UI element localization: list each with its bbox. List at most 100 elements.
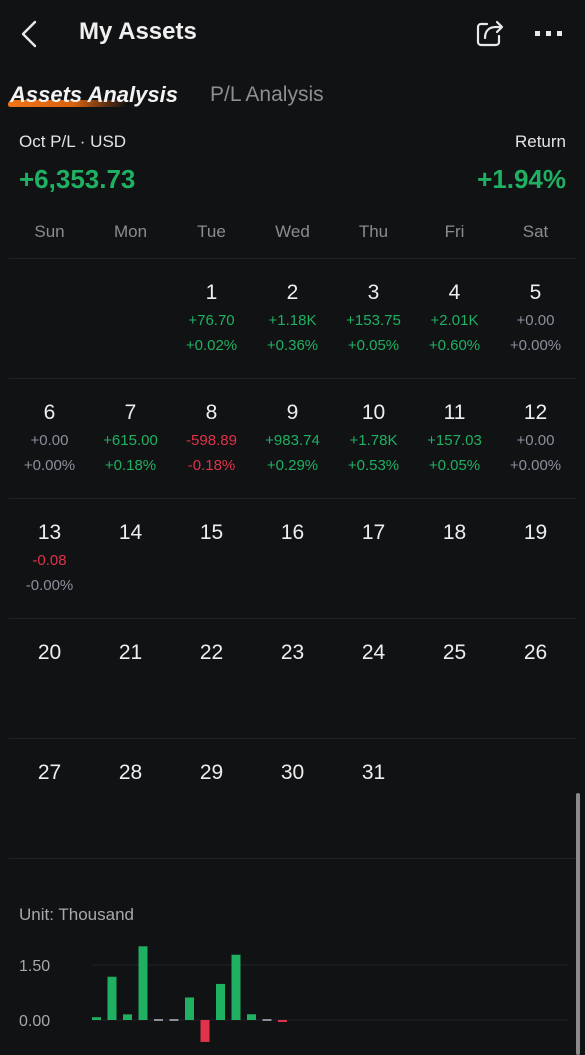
bar-day-7[interactable] bbox=[185, 997, 194, 1020]
day-return-pct: +0.05% bbox=[347, 337, 400, 354]
day-pl-value: +1.18K bbox=[268, 312, 317, 329]
day-pl-value: +0.00 bbox=[516, 432, 555, 449]
weekday-label: Fri bbox=[444, 222, 465, 241]
day-number: 19 bbox=[523, 521, 548, 544]
day-number: 13 bbox=[37, 521, 62, 544]
day-pl-value: +76.70 bbox=[188, 312, 235, 329]
day-pl-value: +983.74 bbox=[265, 432, 320, 449]
day-return-pct: -0.18% bbox=[187, 457, 236, 474]
calendar-day-cell[interactable]: 6 +0.00 +0.00% bbox=[9, 379, 90, 498]
day-return-pct: +0.00% bbox=[23, 457, 76, 474]
calendar-day-cell[interactable]: 18 bbox=[414, 499, 495, 618]
calendar-day-cell[interactable]: 2 +1.18K +0.36% bbox=[252, 259, 333, 378]
bar-day-1[interactable] bbox=[92, 1017, 101, 1020]
calendar-day-cell[interactable]: 1 +76.70 +0.02% bbox=[171, 259, 252, 378]
share-button[interactable] bbox=[474, 17, 506, 49]
return-label: Return bbox=[514, 132, 566, 151]
day-number: 10 bbox=[361, 401, 386, 424]
day-number bbox=[90, 281, 171, 307]
calendar-day-cell[interactable]: 7 +615.00 +0.18% bbox=[90, 379, 171, 498]
calendar-day-cell[interactable]: 27 bbox=[9, 739, 90, 858]
calendar-day-cell[interactable]: 15 bbox=[171, 499, 252, 618]
day-number: 6 bbox=[43, 401, 56, 424]
scrollbar[interactable] bbox=[576, 793, 580, 1055]
calendar-day-cell[interactable]: 30 bbox=[252, 739, 333, 858]
day-number: 5 bbox=[529, 281, 542, 304]
calendar-day-cell[interactable]: 22 bbox=[171, 619, 252, 738]
day-return-pct: +0.29% bbox=[266, 457, 319, 474]
bar-day-3[interactable] bbox=[123, 1014, 132, 1020]
calendar-week-row: 27 28 29 30 31 bbox=[9, 738, 576, 859]
chevron-left-icon bbox=[21, 20, 37, 48]
day-number: 7 bbox=[124, 401, 137, 424]
weekday-label: Wed bbox=[275, 222, 310, 241]
analysis-tabs: Assets Analysis P/L Analysis bbox=[0, 78, 585, 118]
calendar-day-cell[interactable]: 8 -598.89 -0.18% bbox=[171, 379, 252, 498]
calendar-day-cell[interactable]: 3 +153.75 +0.05% bbox=[333, 259, 414, 378]
calendar-day-cell[interactable]: 19 bbox=[495, 499, 576, 618]
weekday-label: Sun bbox=[34, 222, 65, 241]
calendar-week-row: 6 +0.00 +0.00% 7 +615.00 +0.18% 8 -598.89 -0.18%… bbox=[9, 378, 576, 498]
chart-unit-label: Unit: Thousand bbox=[19, 905, 134, 924]
calendar-day-cell[interactable]: 10 +1.78K +0.53% bbox=[333, 379, 414, 498]
day-number: 24 bbox=[361, 641, 386, 664]
calendar-empty-cell bbox=[414, 739, 495, 858]
calendar-day-cell[interactable]: 28 bbox=[90, 739, 171, 858]
calendar-day-cell[interactable]: 21 bbox=[90, 619, 171, 738]
calendar-day-cell[interactable]: 20 bbox=[9, 619, 90, 738]
day-number bbox=[9, 281, 90, 307]
calendar-grid: 1 +76.70 +0.02% 2 +1.18K +0.36% 3 +153.75 +0.05%… bbox=[9, 258, 576, 859]
calendar-day-cell[interactable]: 31 bbox=[333, 739, 414, 858]
more-button[interactable] bbox=[532, 22, 566, 44]
day-number: 8 bbox=[205, 401, 218, 424]
calendar-day-cell[interactable]: 24 bbox=[333, 619, 414, 738]
bar-day-4[interactable] bbox=[138, 946, 148, 1020]
calendar-day-cell[interactable]: 23 bbox=[252, 619, 333, 738]
bar-day-2[interactable] bbox=[107, 976, 117, 1020]
day-number: 17 bbox=[361, 521, 386, 544]
bar-day-9[interactable] bbox=[216, 983, 225, 1020]
day-return-pct: +0.18% bbox=[104, 457, 157, 474]
day-number: 14 bbox=[118, 521, 143, 544]
day-number: 26 bbox=[523, 641, 548, 664]
y-tick-label: 0.00 bbox=[19, 1013, 50, 1030]
calendar-day-cell[interactable]: 16 bbox=[252, 499, 333, 618]
calendar-day-cell[interactable]: 13 -0.08 -0.00% bbox=[9, 499, 90, 618]
calendar-day-cell[interactable]: 4 +2.01K +0.60% bbox=[414, 259, 495, 378]
day-return-pct: +0.05% bbox=[428, 457, 481, 474]
bar-day-8[interactable] bbox=[200, 1020, 210, 1042]
bar-day-6[interactable] bbox=[169, 1019, 179, 1021]
calendar-day-cell[interactable]: 26 bbox=[495, 619, 576, 738]
day-pl-value: +615.00 bbox=[103, 432, 158, 449]
calendar-day-cell[interactable]: 17 bbox=[333, 499, 414, 618]
bar-day-5[interactable] bbox=[154, 1019, 163, 1021]
bar-day-12[interactable] bbox=[262, 1019, 272, 1021]
bar-day-13[interactable] bbox=[278, 1020, 287, 1022]
calendar-week-row: 13 -0.08 -0.00% 14 15 16 17 18 19 bbox=[9, 498, 576, 618]
day-number: 27 bbox=[37, 761, 62, 784]
top-bar: My Assets bbox=[0, 0, 585, 68]
day-number: 15 bbox=[199, 521, 224, 544]
calendar-day-cell[interactable]: 25 bbox=[414, 619, 495, 738]
day-return-pct: -0.00% bbox=[25, 577, 74, 594]
day-number: 28 bbox=[118, 761, 143, 784]
calendar-day-cell[interactable]: 11 +157.03 +0.05% bbox=[414, 379, 495, 498]
calendar-day-cell[interactable]: 14 bbox=[90, 499, 171, 618]
month-pl-value: +6,353.73 bbox=[19, 164, 136, 194]
day-pl-value: -598.89 bbox=[186, 432, 237, 449]
back-button[interactable] bbox=[16, 18, 44, 50]
bar-day-11[interactable] bbox=[247, 1014, 256, 1020]
calendar-day-cell[interactable]: 9 +983.74 +0.29% bbox=[252, 379, 333, 498]
calendar-day-cell[interactable]: 29 bbox=[171, 739, 252, 858]
calendar-day-cell[interactable]: 12 +0.00 +0.00% bbox=[495, 379, 576, 498]
bar-day-10[interactable] bbox=[231, 954, 241, 1020]
weekday-header: Sun Mon Tue Wed Thu Fri Sat bbox=[9, 222, 576, 248]
daily-pl-bar-chart: 1.50 0.00 bbox=[19, 946, 568, 1042]
day-number: 18 bbox=[442, 521, 467, 544]
tab-assets-analysis[interactable]: Assets Analysis bbox=[10, 82, 178, 108]
tab-pl-analysis[interactable]: P/L Analysis bbox=[210, 83, 324, 107]
day-number: 4 bbox=[448, 281, 461, 304]
calendar-day-cell[interactable]: 5 +0.00 +0.00% bbox=[495, 259, 576, 378]
day-pl-value: +153.75 bbox=[346, 312, 401, 329]
y-tick-label: 1.50 bbox=[19, 958, 50, 975]
